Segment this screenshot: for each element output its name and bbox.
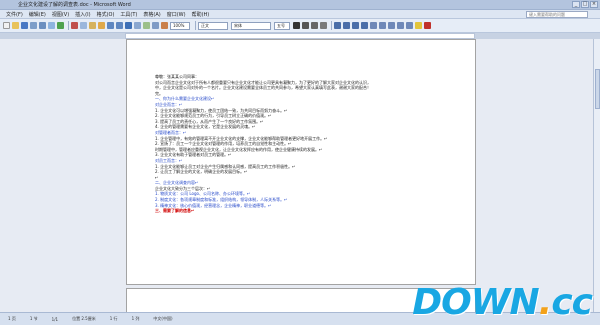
bullets-icon[interactable] xyxy=(388,22,395,29)
open-folder-icon[interactable] xyxy=(12,22,19,29)
help-search-input[interactable]: 键入需要帮助的问题 xyxy=(526,10,588,18)
print-icon[interactable] xyxy=(39,22,46,29)
font-select[interactable]: 宋体 xyxy=(231,21,271,30)
menu-file[interactable]: 文件(F) xyxy=(6,11,23,18)
table-icon[interactable] xyxy=(134,22,141,29)
menu-table[interactable]: 表格(A) xyxy=(143,11,160,18)
toolbar-separator xyxy=(68,21,69,30)
menu-insert[interactable]: 插入(I) xyxy=(75,11,90,18)
status-page: 1 页 xyxy=(8,316,16,321)
status-pages: 1/1 xyxy=(51,316,59,322)
justify-icon[interactable] xyxy=(361,22,368,29)
copy-icon[interactable] xyxy=(80,22,87,29)
close-button[interactable]: × xyxy=(590,1,598,8)
status-position: 位置 2.5厘米 xyxy=(72,316,96,321)
menu-help[interactable]: 帮助(H) xyxy=(192,11,210,18)
watermark-logo: DOWN. cc xyxy=(412,281,593,323)
bold-icon[interactable] xyxy=(293,22,300,29)
highlight-icon[interactable] xyxy=(415,22,422,29)
status-section: 1 节 xyxy=(29,316,38,321)
vertical-scrollbar[interactable] xyxy=(593,39,600,312)
document-body[interactable]: 尊敬：张某某公司同事： 对公司而言企业文化对于所有人都很重要只有企业文化才能让公… xyxy=(155,74,455,214)
font-color-icon[interactable] xyxy=(424,22,431,29)
undo-icon[interactable] xyxy=(107,22,114,29)
line-spacing-icon[interactable] xyxy=(370,22,377,29)
status-language: 中文(中国) xyxy=(153,316,173,321)
scrollbar-thumb[interactable] xyxy=(595,69,600,109)
hyperlink-icon[interactable] xyxy=(125,22,132,29)
print-preview-icon[interactable] xyxy=(48,22,55,29)
decrease-indent-icon[interactable] xyxy=(397,22,404,29)
numbering-icon[interactable] xyxy=(379,22,386,29)
new-document-icon[interactable] xyxy=(3,22,10,29)
align-right-icon[interactable] xyxy=(352,22,359,29)
formatting-toolbar: 100% 正文 宋体 五号 xyxy=(0,19,600,33)
align-center-icon[interactable] xyxy=(343,22,350,29)
align-left-icon[interactable] xyxy=(334,22,341,29)
redo-icon[interactable] xyxy=(116,22,123,29)
toolbar-separator xyxy=(331,21,332,30)
cut-icon[interactable] xyxy=(71,22,78,29)
permission-icon[interactable] xyxy=(30,22,37,29)
underline-icon[interactable] xyxy=(311,22,318,29)
watermark-suffix: cc xyxy=(551,281,593,323)
section-heading-red: 三、需要了解的信息↵ xyxy=(155,208,195,214)
columns-icon[interactable] xyxy=(152,22,159,29)
spelling-icon[interactable] xyxy=(57,22,64,29)
style-select[interactable]: 正文 xyxy=(198,21,228,30)
italic-icon[interactable] xyxy=(302,22,309,29)
menu-view[interactable]: 视图(V) xyxy=(52,11,69,18)
document-page[interactable]: 尊敬：张某某公司同事： 对公司而言企业文化对于所有人都很重要只有企业文化才能让公… xyxy=(126,39,476,285)
watermark-dot: . xyxy=(538,281,553,323)
maximize-button[interactable]: □ xyxy=(581,1,589,8)
font-size-select[interactable]: 五号 xyxy=(274,21,290,30)
format-painter-icon[interactable] xyxy=(98,22,105,29)
toolbar-separator xyxy=(195,21,196,30)
menu-tools[interactable]: 工具(T) xyxy=(120,11,137,18)
title-bar: 企业文化建设了解的调查表.doc - Microsoft Word _ □ × xyxy=(0,0,600,10)
increase-indent-icon[interactable] xyxy=(406,22,413,29)
excel-icon[interactable] xyxy=(143,22,150,29)
watermark-main: DOWN xyxy=(412,281,539,323)
drawing-icon[interactable] xyxy=(161,22,168,29)
zoom-select[interactable]: 100% xyxy=(170,21,190,30)
minimize-button[interactable]: _ xyxy=(572,1,580,8)
menu-edit[interactable]: 编辑(E) xyxy=(29,11,46,18)
status-line: 1 行 xyxy=(109,316,118,321)
char-border-icon[interactable] xyxy=(320,22,327,29)
menu-bar: 文件(F) 编辑(E) 视图(V) 插入(I) 格式(O) 工具(T) 表格(A… xyxy=(0,10,600,19)
menu-format[interactable]: 格式(O) xyxy=(97,11,115,18)
status-column: 1 列 xyxy=(131,316,140,321)
window-title: 企业文化建设了解的调查表.doc - Microsoft Word xyxy=(18,2,131,8)
save-icon[interactable] xyxy=(21,22,28,29)
paste-icon[interactable] xyxy=(89,22,96,29)
menu-window[interactable]: 窗口(W) xyxy=(167,11,186,18)
